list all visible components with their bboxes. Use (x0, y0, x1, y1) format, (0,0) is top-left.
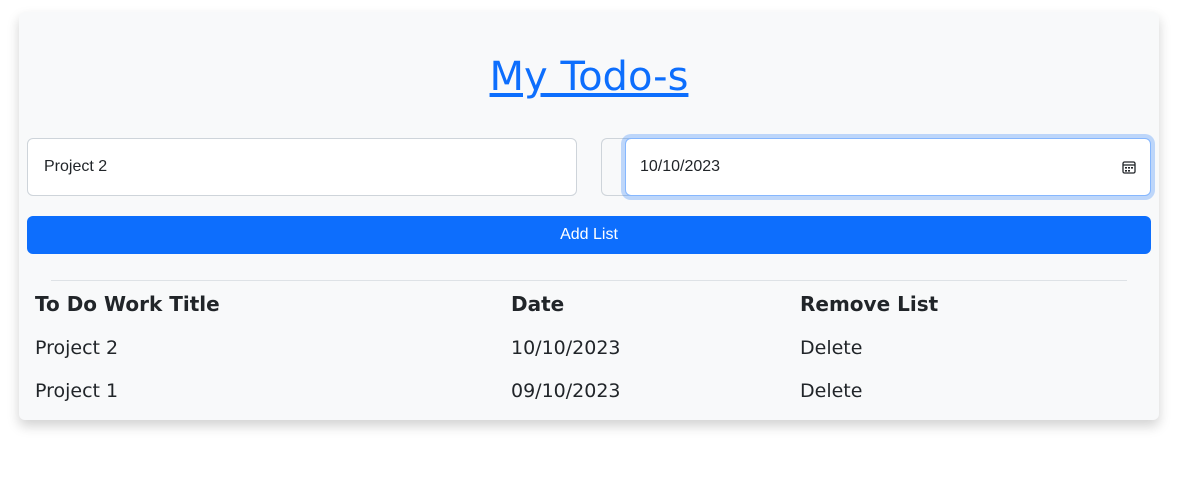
table-row-date: 09/10/2023 (511, 380, 621, 402)
column-header-date: Date (511, 292, 565, 316)
column-header-remove: Remove List (800, 292, 939, 316)
todo-card: My Todo-s Project 2 10/10/2023 Add List … (19, 12, 1159, 420)
table-row-title: Project 1 (35, 380, 119, 402)
todo-title-input[interactable]: Project 2 (27, 138, 577, 196)
page-title-link[interactable]: My Todo-s (19, 52, 1159, 102)
divider (51, 280, 1127, 281)
todo-date-input[interactable]: 10/10/2023 (625, 138, 1151, 196)
add-list-button[interactable]: Add List (27, 216, 1151, 254)
todo-title-input-value: Project 2 (44, 158, 108, 175)
delete-button[interactable]: Delete (800, 336, 862, 360)
calendar-icon[interactable] (1122, 160, 1136, 174)
table-row-date: 10/10/2023 (511, 337, 621, 359)
todo-date-input-value: 10/10/2023 (640, 158, 721, 175)
column-header-title: To Do Work Title (35, 292, 220, 316)
delete-button[interactable]: Delete (800, 379, 862, 403)
table-row-title: Project 2 (35, 337, 119, 359)
